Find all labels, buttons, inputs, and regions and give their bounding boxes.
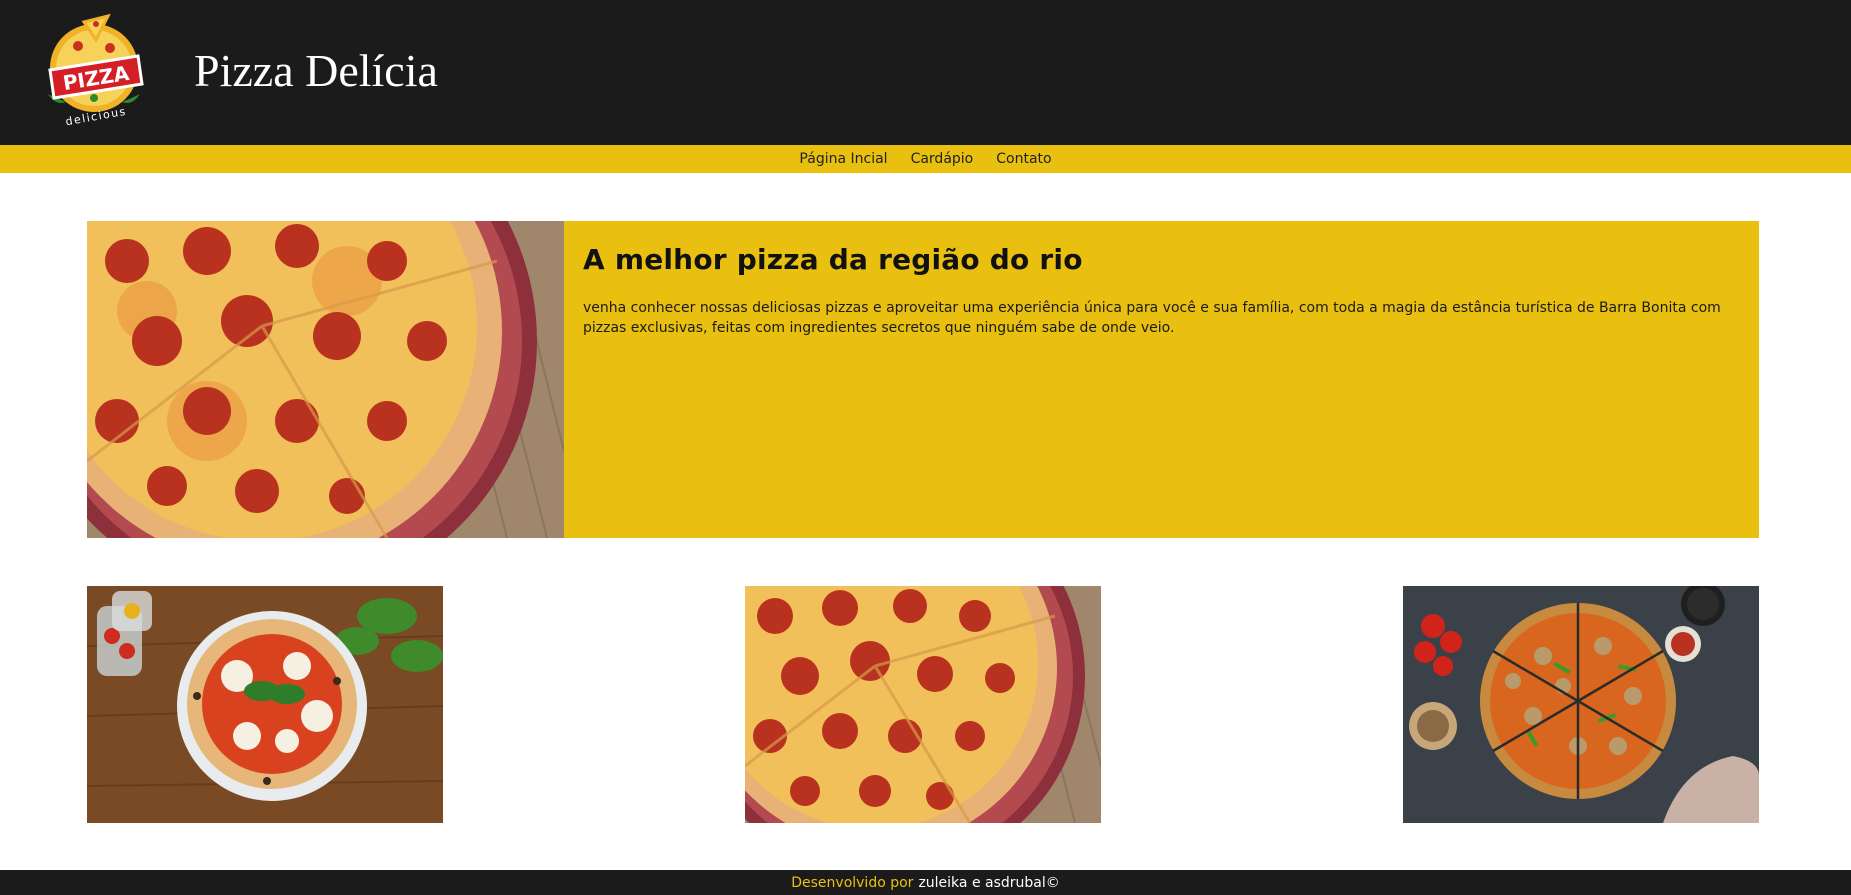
nav-item-contact[interactable]: Contato (996, 151, 1051, 167)
footer-authors: zuleika e asdrubal© (918, 874, 1060, 891)
nav-item-home[interactable]: Página Incial (799, 151, 887, 167)
hero-pepperoni-pizza-image (87, 221, 564, 538)
footer-credit-label: Desenvolvido por (791, 874, 914, 891)
site-footer: Desenvolvido por zuleika e asdrubal© (0, 870, 1851, 895)
main-nav: Página Incial Cardápio Contato (0, 145, 1851, 173)
site-title: Pizza Delícia (194, 45, 438, 96)
pizza-logo-icon[interactable]: PIZZA delicious (26, 6, 162, 142)
gallery-margherita-pizza-image (87, 586, 443, 823)
hero-title: A melhor pizza da região do rio (583, 243, 1083, 276)
gallery-sliced-pizza-image (1403, 586, 1759, 823)
hero-text-block: A melhor pizza da região do rio venha co… (583, 243, 1723, 338)
gallery-pepperoni-pizza-image (745, 586, 1101, 823)
hero-banner: A melhor pizza da região do rio venha co… (87, 221, 1759, 538)
hero-description: venha conhecer nossas deliciosas pizzas … (583, 300, 1721, 336)
nav-item-menu[interactable]: Cardápio (911, 151, 974, 167)
site-header: PIZZA delicious Pizza Delícia (0, 0, 1851, 145)
